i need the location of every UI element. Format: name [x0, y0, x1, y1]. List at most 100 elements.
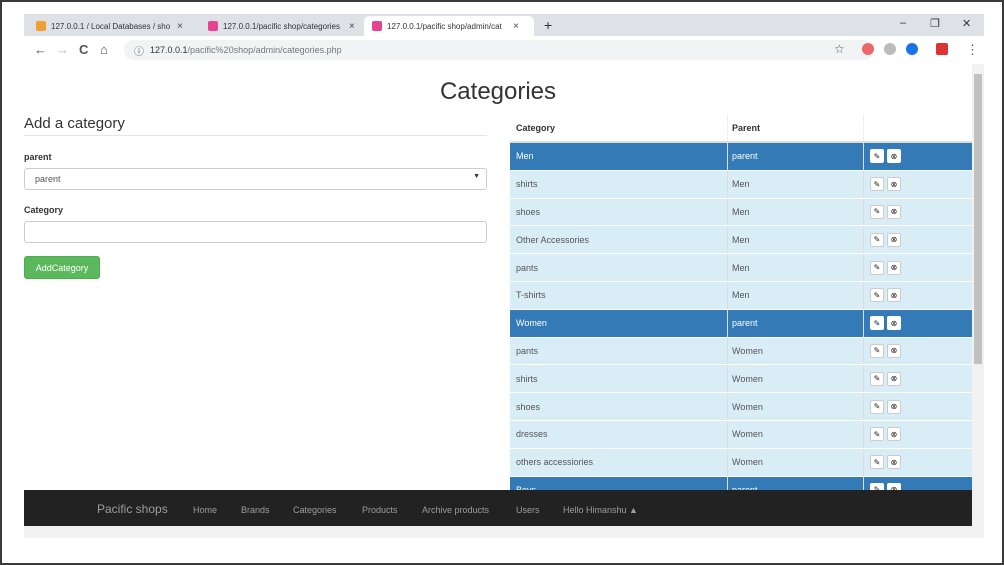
user-menu-dropdown[interactable]: Hello Himanshu ▲ [563, 505, 638, 515]
table-row: shirts Men ✎ ⊗ [510, 170, 972, 199]
scrollbar-thumb[interactable] [974, 74, 982, 364]
tab-strip: 127.0.0.1 / Local Databases / sho × 127.… [24, 14, 984, 36]
category-cell: Men [510, 143, 728, 170]
edit-icon[interactable]: ✎ [870, 371, 884, 386]
edit-icon[interactable]: ✎ [870, 288, 884, 303]
parent-cell: Women [728, 393, 864, 420]
table-row: Other Accessories Men ✎ ⊗ [510, 226, 972, 255]
close-tab-icon[interactable]: × [177, 21, 183, 32]
table-row: Boys parent ✎ ⊗ [510, 476, 972, 490]
actions-cell: ✎ ⊗ [864, 310, 972, 337]
new-tab-button[interactable]: + [544, 17, 552, 33]
parent-cell: Men [728, 170, 864, 198]
home-icon[interactable]: ⌂ [100, 42, 108, 57]
delete-icon[interactable]: ⊗ [887, 427, 901, 442]
delete-icon[interactable]: ⊗ [887, 371, 901, 386]
actions-cell: ✎ ⊗ [864, 282, 972, 309]
site-info-icon[interactable]: ⓘ [134, 43, 144, 58]
page-title: Categories [439, 78, 557, 105]
extension-icon[interactable] [862, 43, 874, 55]
bookmark-star-icon[interactable]: ☆ [834, 42, 845, 56]
actions-cell: ✎ ⊗ [864, 393, 972, 420]
edit-icon[interactable]: ✎ [870, 482, 884, 490]
category-cell: dresses [510, 420, 728, 448]
tab-phpmyadmin[interactable]: 127.0.0.1 / Local Databases / sho × [28, 16, 198, 36]
extension-icon[interactable] [884, 43, 896, 55]
vertical-scrollbar[interactable] [972, 64, 984, 526]
tab-categories[interactable]: 127.0.0.1/pacific shop/categories × [200, 16, 370, 36]
edit-icon[interactable]: ✎ [870, 427, 884, 442]
delete-icon[interactable]: ⊗ [887, 288, 901, 303]
edit-icon[interactable]: ✎ [870, 260, 884, 275]
edit-icon[interactable]: ✎ [870, 399, 884, 414]
parent-cell: Women [728, 337, 864, 365]
nav-link-users[interactable]: Users [516, 505, 540, 515]
table-row: shoes Women ✎ ⊗ [510, 393, 972, 421]
back-arrow-icon[interactable]: ← [34, 42, 47, 57]
extension-icon[interactable] [906, 43, 918, 55]
parent-label: parent [24, 152, 52, 162]
actions-cell: ✎ ⊗ [864, 143, 972, 170]
navbar-brand[interactable]: Pacific shops [97, 502, 168, 516]
table-row: pants Women ✎ ⊗ [510, 337, 972, 366]
edit-icon[interactable]: ✎ [870, 177, 884, 192]
edit-icon[interactable]: ✎ [870, 343, 884, 358]
url-input[interactable]: ⓘ 127.0.0.1/pacific%20shop/admin/categor… [124, 40, 874, 60]
nav-link-categories[interactable]: Categories [293, 505, 337, 515]
delete-icon[interactable]: ⊗ [887, 177, 901, 192]
tab-title: 127.0.0.1/pacific shop/categories [223, 21, 340, 31]
close-tab-icon[interactable]: × [349, 21, 355, 32]
nav-link-home[interactable]: Home [193, 505, 217, 515]
actions-cell: ✎ ⊗ [864, 449, 972, 476]
parent-cell: Men [728, 226, 864, 254]
category-input[interactable] [24, 221, 487, 243]
category-cell: Women [510, 309, 728, 337]
nav-link-products[interactable]: Products [362, 505, 398, 515]
category-cell: Other Accessories [510, 226, 728, 254]
delete-icon[interactable]: ⊗ [887, 260, 901, 275]
tab-admin-categories[interactable]: 127.0.0.1/pacific shop/admin/cat × [364, 16, 534, 36]
horizontal-scrollbar[interactable] [24, 526, 984, 538]
address-bar-row: ← → C ⌂ ⓘ 127.0.0.1/pacific%20shop/admin… [24, 36, 984, 65]
edit-icon[interactable]: ✎ [870, 149, 884, 164]
divider [24, 135, 487, 136]
maximize-button[interactable]: ❐ [930, 17, 940, 30]
close-tab-icon[interactable]: × [513, 21, 519, 32]
delete-icon[interactable]: ⊗ [887, 149, 901, 164]
delete-icon[interactable]: ⊗ [887, 343, 901, 358]
actions-cell: ✎ ⊗ [864, 421, 972, 448]
table-row: shoes Men ✎ ⊗ [510, 198, 972, 227]
delete-icon[interactable]: ⊗ [887, 232, 901, 247]
category-cell: pants [510, 254, 728, 281]
table-row: Men parent ✎ ⊗ [510, 143, 972, 171]
edit-icon[interactable]: ✎ [870, 455, 884, 470]
delete-icon[interactable]: ⊗ [887, 316, 901, 331]
delete-icon[interactable]: ⊗ [887, 399, 901, 414]
add-category-heading: Add a category [24, 115, 125, 132]
delete-icon[interactable]: ⊗ [887, 482, 901, 490]
parent-cell: parent [728, 309, 864, 337]
table-row: pants Men ✎ ⊗ [510, 254, 972, 282]
parent-cell: Men [728, 281, 864, 309]
forward-arrow-icon[interactable]: → [56, 42, 69, 57]
parent-select[interactable]: parent ▼ [24, 168, 487, 190]
add-category-button[interactable]: AddCategory [24, 256, 100, 279]
delete-icon[interactable]: ⊗ [887, 204, 901, 219]
bottom-navbar: Pacific shops Home Brands Categories Pro… [24, 490, 972, 526]
minimize-button[interactable]: – [900, 17, 906, 29]
parent-select-value: parent [35, 174, 61, 184]
edit-icon[interactable]: ✎ [870, 204, 884, 219]
browser-menu-icon[interactable]: ⋮ [966, 42, 979, 58]
nav-link-brands[interactable]: Brands [241, 505, 270, 515]
close-window-button[interactable]: ✕ [962, 17, 971, 30]
category-cell: shirts [510, 170, 728, 198]
reload-icon[interactable]: C [79, 42, 88, 57]
edit-icon[interactable]: ✎ [870, 232, 884, 247]
nav-link-archive-products[interactable]: Archive products [422, 505, 489, 515]
actions-cell: ✎ ⊗ [864, 477, 972, 490]
delete-icon[interactable]: ⊗ [887, 455, 901, 470]
parent-cell: parent [728, 476, 864, 490]
edit-icon[interactable]: ✎ [870, 316, 884, 331]
category-cell: pants [510, 337, 728, 365]
mail-extension-icon[interactable] [936, 43, 948, 55]
